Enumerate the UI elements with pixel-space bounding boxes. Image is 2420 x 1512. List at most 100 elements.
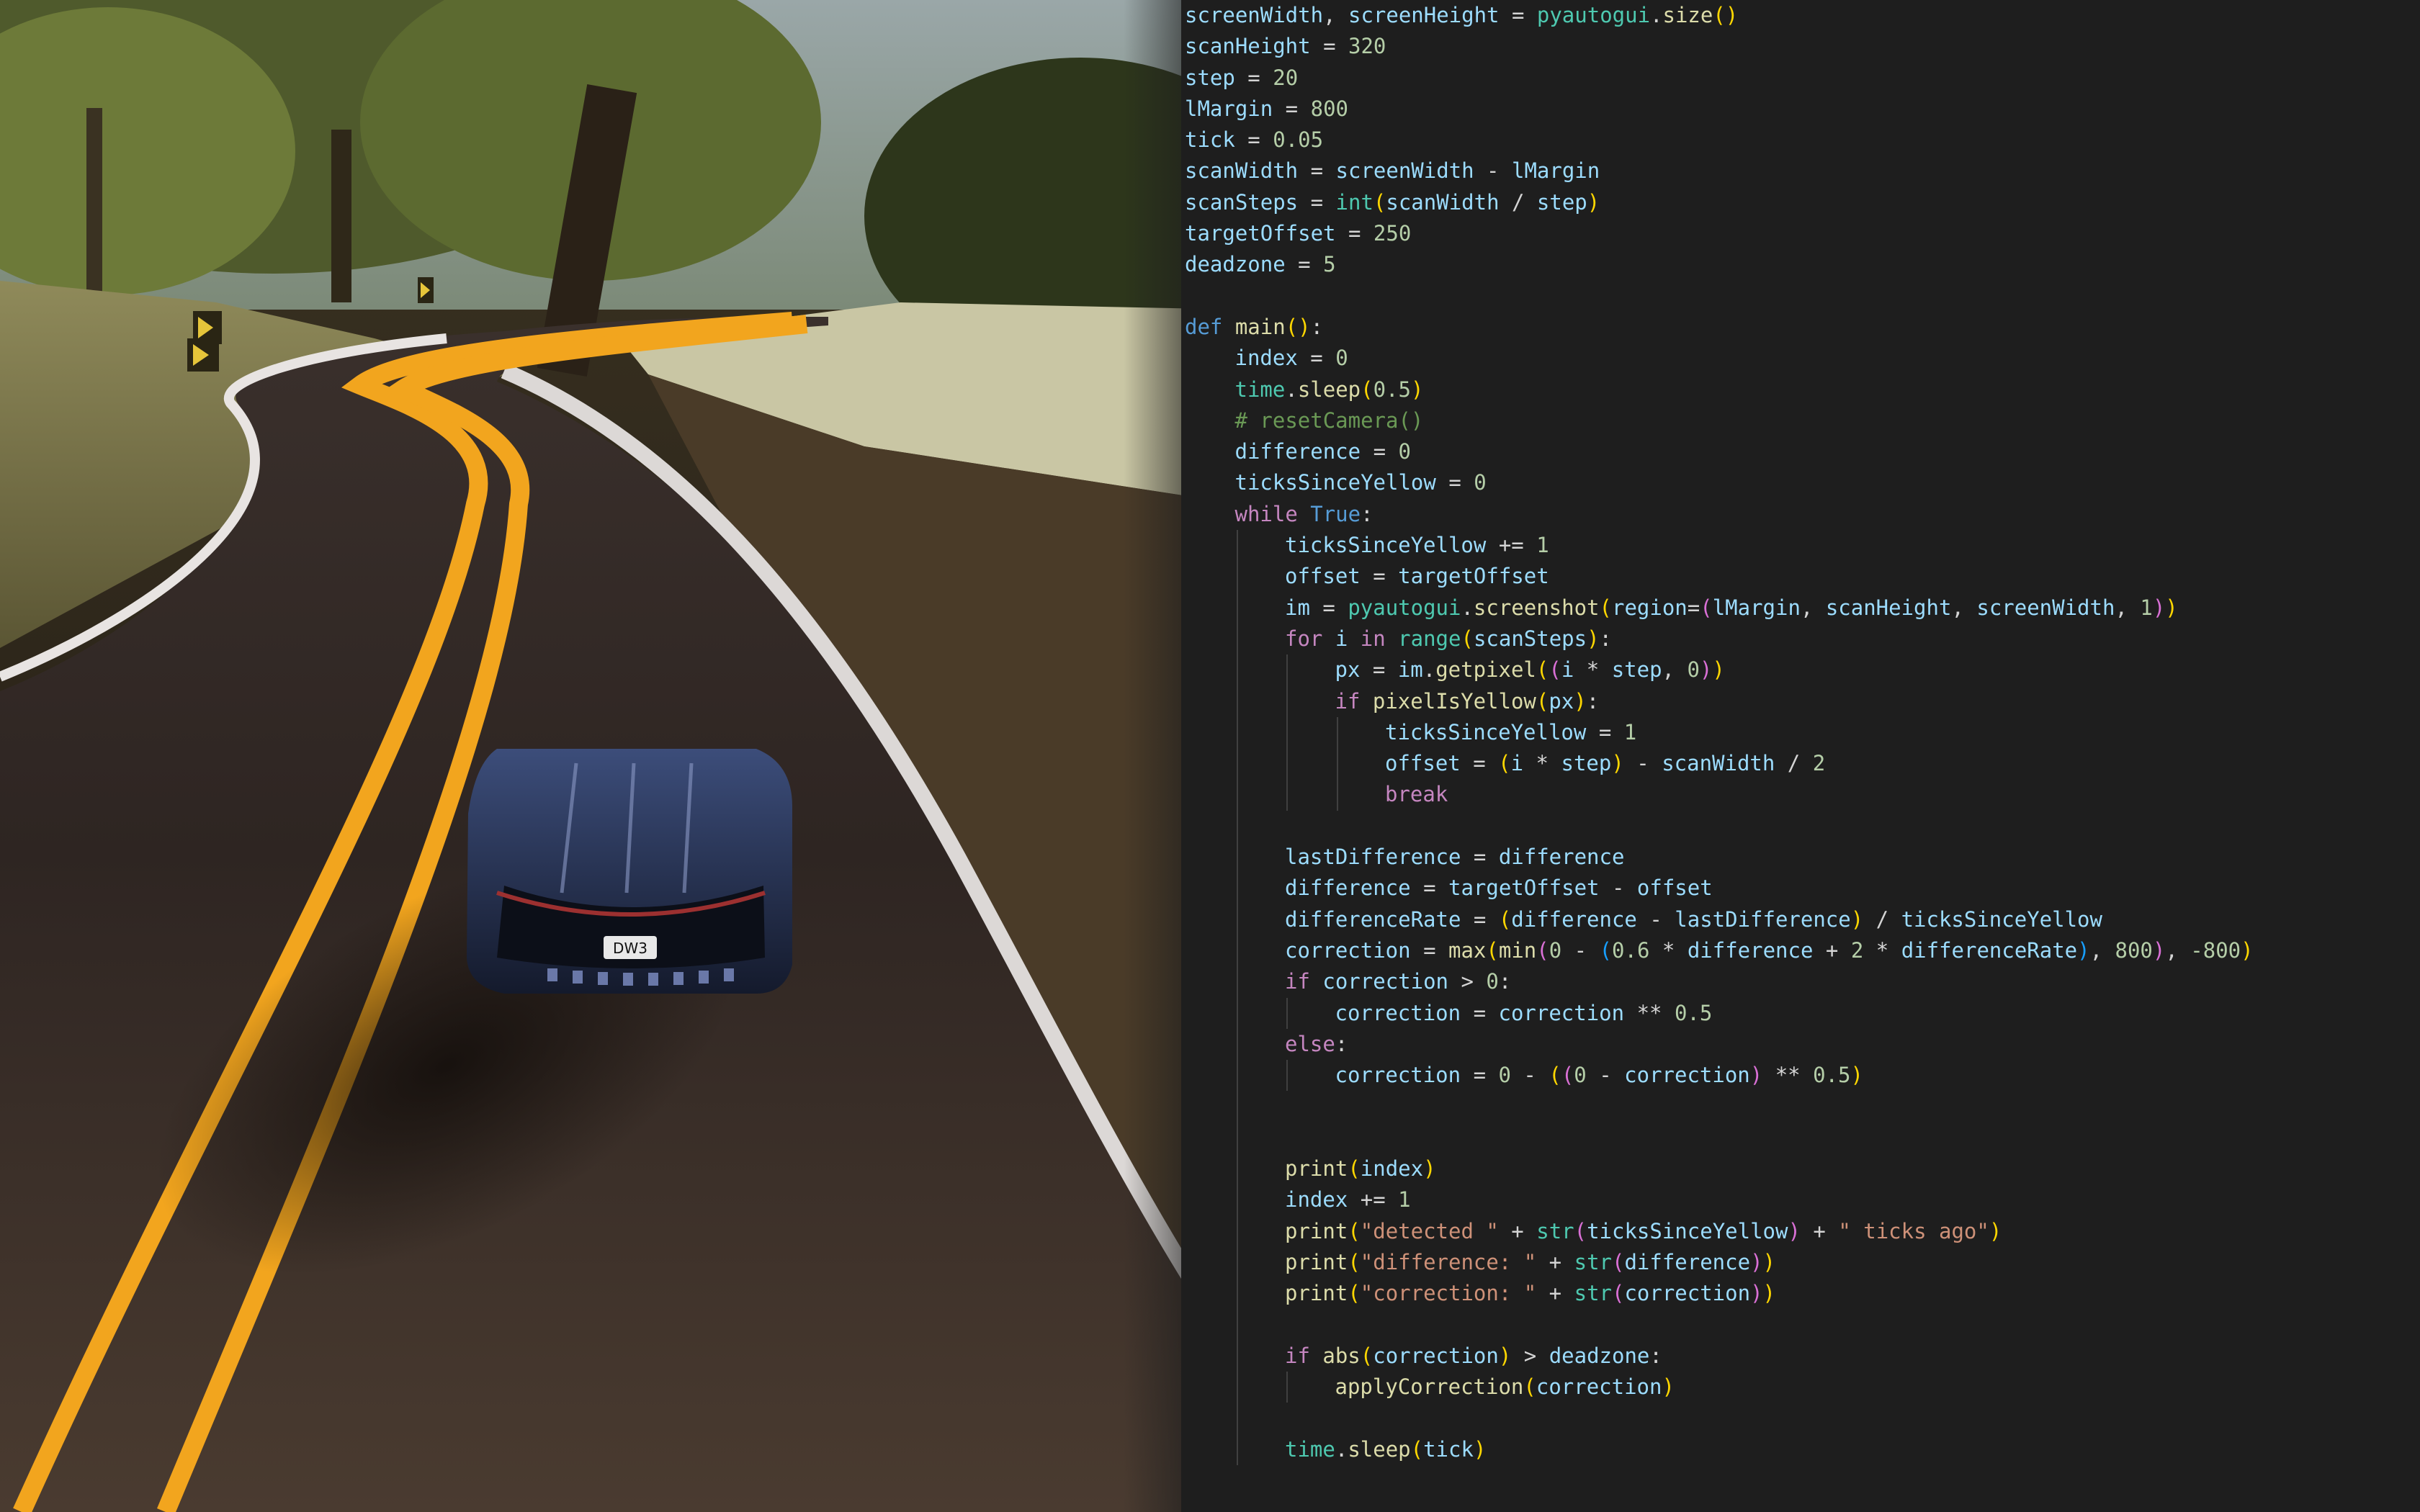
code-token: lastDifference [1285,845,1461,870]
indent-guide [1236,1340,1238,1372]
code-token: min [1498,937,1537,963]
code-token: offset [1385,751,1461,776]
code-editor[interactable]: screenWidth, screenHeight = pyautogui.si… [1181,0,2420,1512]
code-token: i [1561,657,1574,683]
code-token: ) [1587,626,1600,651]
code-token: for [1285,626,1335,651]
code-token: - [1636,906,1675,932]
code-token: ) [1699,657,1713,683]
code-token: > [1511,1343,1549,1368]
code-line: def main(): [1185,312,2254,343]
code-line: difference = targetOffset - offset [1185,873,2254,904]
code-token: = [1309,595,1348,620]
code-token: 1 [1623,719,1637,744]
code-token: . [1650,3,1663,27]
code-token: ) [1762,1281,1776,1306]
code-token: ( [1498,751,1511,776]
code-token: 1 [1536,533,1549,558]
code-token: " ticks ago" [1838,1218,1989,1243]
indent-guide [1236,810,1238,842]
code-token: True [1310,501,1361,526]
code-token: , [2089,937,2115,963]
code-token: ( [1523,1374,1536,1400]
code-token: ( [1348,1249,1361,1274]
code-token: = [1360,564,1399,589]
code-token: = [1234,127,1273,153]
code-token: + [1498,1218,1537,1243]
code-token: - [1561,937,1600,963]
code-line: offset = (i * step) - scanWidth / 2 [1185,748,2254,780]
code-token: screenshot [1473,595,1600,620]
indent-guide [1236,1403,1238,1434]
code-token: im [1397,657,1423,683]
code-line: for i in range(scanSteps): [1185,623,2254,655]
code-token: pixelIsYellow [1372,688,1536,714]
indent-guide [1236,966,1238,998]
code-token: difference [1624,1249,1751,1274]
code-line: scanHeight = 320 [1185,31,2254,62]
code-token: ( [1599,595,1612,620]
code-token: = [1360,657,1398,683]
code-token: - [1510,1063,1549,1088]
indent-guide [1336,716,1338,749]
code-token: ticksSinceYellow [1234,470,1436,495]
code-token: = [1234,65,1273,90]
code-token: time [1285,1436,1335,1462]
code-token: ) [1473,1436,1487,1462]
code-token: in [1348,626,1399,651]
screenshot-root: DW3 screenWidth, screenHeight = pyautogu… [0,0,2420,1512]
code-token: 0 [1474,470,1487,495]
indent-guide [1236,1153,1238,1185]
code-token: ( [1348,1218,1361,1243]
code-token: + [1800,1218,1839,1243]
code-token: str [1536,1218,1574,1243]
code-token: : [1649,1343,1662,1368]
code-token: differenceRate [1285,906,1461,932]
code-line: else: [1185,1028,2254,1061]
code-token: - [1586,1063,1625,1088]
code-token: , [2165,937,2191,963]
code-token: ** [1762,1063,1814,1088]
code-line: print("correction: " + str(correction)) [1185,1278,2254,1310]
code-token: ) [1750,1281,1763,1306]
code-token: difference [1498,845,1625,870]
code-token: - [1623,751,1662,776]
code-token: 800 [1310,96,1348,121]
code-token: ticksSinceYellow [1587,1218,1788,1243]
code-token: else [1285,1031,1335,1056]
code-token: = [1461,906,1499,932]
code-token: screenWidth [1335,158,1474,184]
code-token: 0.5 [1373,377,1411,402]
code-token: : [1498,969,1512,994]
code-token: : [1586,688,1600,714]
indent-guide [1236,530,1238,562]
code-line: # resetCamera() [1185,405,2254,436]
code-token: ( [1612,1249,1625,1274]
code-line: correction = 0 - ((0 - correction) ** 0.… [1185,1060,2254,1092]
code-token: ( [1498,906,1512,932]
code-line [1185,810,2254,842]
code-token: im [1285,595,1310,620]
code-line: px = im.getpixel((i * step, 0)) [1185,654,2254,686]
code-token: pyautogui [1348,595,1461,620]
code-token: deadzone [1549,1343,1650,1368]
code-line: print("detected " + str(ticksSinceYellow… [1185,1215,2254,1247]
code-token: 0.5 [1674,1000,1713,1025]
code-token: += [1348,1187,1399,1212]
race-car: DW3 [467,749,792,994]
indent-guide [1236,654,1238,686]
code-token: scanWidth [1386,189,1500,215]
code-token: = [1285,252,1324,277]
code-token: ticksSinceYellow [1901,906,2102,932]
code-token: ( [1348,1156,1361,1181]
code-token: = [1361,439,1399,464]
code-line: applyCorrection(correction) [1185,1372,2254,1403]
code-token: ( [1549,1063,1561,1088]
code-token: / [1499,189,1537,215]
code-line: lMargin = 800 [1185,94,2254,125]
code-line: correction = max(min(0 - (0.6 * differen… [1185,935,2254,967]
code-token: = [1335,221,1373,246]
code-line: scanWidth = screenWidth - lMargin [1185,156,2254,186]
code-token: : [1361,501,1373,526]
code-line [1185,1122,2254,1153]
